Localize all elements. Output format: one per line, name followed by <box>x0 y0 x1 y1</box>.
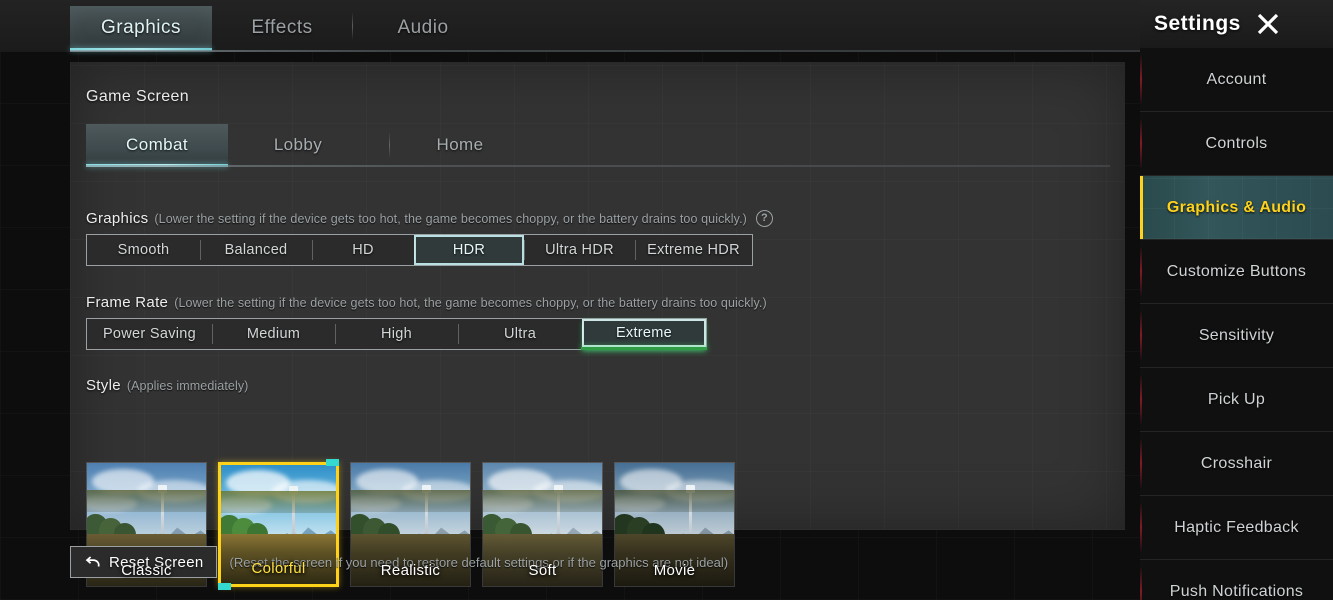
frame-rate-option-ultra[interactable]: Ultra <box>458 319 582 349</box>
selection-corner-accent <box>326 459 339 466</box>
frame-rate-section-label: Frame Rate <box>86 294 169 311</box>
style-thumbnail-realistic-label: Realistic <box>380 562 441 579</box>
sidebar-title: Settings <box>1154 12 1241 35</box>
tab-graphics[interactable]: Graphics <box>70 6 212 51</box>
game-screen-tabs-underline <box>86 165 1110 167</box>
style-section-label: Style <box>86 377 121 394</box>
game-screen-tab-combat[interactable]: Combat <box>86 124 228 167</box>
style-thumbnail-movie[interactable]: Movie <box>614 462 735 587</box>
style-thumbnail-classic-label: Classic <box>121 562 172 579</box>
graphics-option-smooth-label: Smooth <box>117 242 170 258</box>
selection-corner-accent <box>218 583 231 590</box>
frame-rate-option-extreme-label: Extreme <box>615 325 673 341</box>
sidebar-item-list: Account Controls Graphics & Audio Custom… <box>1140 48 1333 600</box>
sidebar-item-push-notifications-label: Push Notifications <box>1169 582 1304 600</box>
page-title: Game Screen <box>86 88 190 105</box>
sidebar-item-crosshair[interactable]: Crosshair <box>1140 432 1333 496</box>
question-mark-circle-icon[interactable]: ? <box>755 210 773 227</box>
tab-audio-label: Audio <box>397 17 449 38</box>
style-thumbnail-list: Classic Colorful Realistic Soft Movie <box>86 459 735 590</box>
frame-rate-segmented-control[interactable]: Power Saving Medium High Ultra Extreme <box>86 318 707 350</box>
frame-rate-option-medium-label: Medium <box>246 326 301 342</box>
sidebar-item-haptic-feedback-label: Haptic Feedback <box>1174 518 1299 536</box>
sidebar-item-sensitivity[interactable]: Sensitivity <box>1140 304 1333 368</box>
game-screen-tab-lobby-label: Lobby <box>273 135 323 154</box>
frame-rate-option-power-saving[interactable]: Power Saving <box>87 319 212 349</box>
tab-audio[interactable]: Audio <box>353 6 493 50</box>
style-thumbnail-classic[interactable]: Classic <box>86 462 207 587</box>
top-tab-bar: Graphics Effects Audio <box>0 0 1145 52</box>
graphics-option-balanced[interactable]: Balanced <box>200 235 312 265</box>
tab-effects[interactable]: Effects <box>212 6 352 50</box>
style-thumbnail-movie-label: Movie <box>653 562 696 579</box>
graphics-quality-segmented-control[interactable]: Smooth Balanced HD HDR Ultra HDR Extreme… <box>86 234 753 266</box>
sidebar-item-push-notifications[interactable]: Push Notifications <box>1140 560 1333 600</box>
style-section-hint: (Applies immediately) <box>126 378 249 393</box>
style-thumbnail-colorful[interactable]: Colorful <box>218 459 339 590</box>
game-screen-tab-home-label: Home <box>436 135 484 154</box>
game-screen-tabs: Combat Lobby Home <box>86 124 1110 167</box>
graphics-option-extreme-hdr-label: Extreme HDR <box>647 242 740 258</box>
graphics-option-ultra-hdr-label: Ultra HDR <box>545 242 614 258</box>
frame-rate-option-extreme[interactable]: Extreme <box>581 319 707 350</box>
sidebar-item-pick-up-label: Pick Up <box>1207 390 1266 408</box>
sidebar-item-controls[interactable]: Controls <box>1140 112 1333 176</box>
sidebar-item-customize-buttons[interactable]: Customize Buttons <box>1140 240 1333 304</box>
style-thumbnail-realistic[interactable]: Realistic <box>350 462 471 587</box>
graphics-option-hdr[interactable]: HDR <box>414 235 524 265</box>
game-screen-tab-combat-label: Combat <box>126 135 188 154</box>
sidebar-item-graphics-and-audio-label: Graphics & Audio <box>1166 198 1307 216</box>
style-thumbnail-colorful-label: Colorful <box>251 560 306 577</box>
frame-rate-option-power-saving-label: Power Saving <box>102 326 197 342</box>
graphics-option-extreme-hdr[interactable]: Extreme HDR <box>635 235 752 265</box>
style-thumbnail-soft[interactable]: Soft <box>482 462 603 587</box>
sidebar-item-crosshair-label: Crosshair <box>1200 454 1273 472</box>
graphics-settings-panel: Game Screen Combat Lobby Home Graphics (… <box>70 62 1125 590</box>
style-thumbnail-soft-label: Soft <box>528 562 557 579</box>
sidebar-item-customize-buttons-label: Customize Buttons <box>1166 262 1307 280</box>
sidebar-item-haptic-feedback[interactable]: Haptic Feedback <box>1140 496 1333 560</box>
settings-sidebar: Settings Account Controls Graphics & Aud… <box>1140 0 1333 600</box>
style-section-label-row: Style (Applies immediately) <box>86 377 248 394</box>
frame-rate-section-hint: (Lower the setting if the device gets to… <box>174 295 767 310</box>
graphics-option-smooth[interactable]: Smooth <box>87 235 200 265</box>
graphics-option-hd[interactable]: HD <box>312 235 414 265</box>
top-tab-underline <box>70 50 1145 52</box>
sidebar-header: Settings <box>1140 0 1333 48</box>
frame-rate-option-high-label: High <box>380 326 413 342</box>
sidebar-item-account-label: Account <box>1206 70 1267 88</box>
graphics-option-ultra-hdr[interactable]: Ultra HDR <box>524 235 635 265</box>
frame-rate-option-ultra-label: Ultra <box>503 326 537 342</box>
sidebar-item-graphics-and-audio[interactable]: Graphics & Audio <box>1140 176 1333 240</box>
graphics-section-label: Graphics <box>86 210 149 227</box>
tab-effects-label: Effects <box>251 17 313 38</box>
frame-rate-option-medium[interactable]: Medium <box>212 319 335 349</box>
sidebar-item-account[interactable]: Account <box>1140 48 1333 112</box>
graphics-option-hd-label: HD <box>352 242 374 258</box>
graphics-section-hint: (Lower the setting if the device gets to… <box>154 211 747 226</box>
sidebar-item-controls-label: Controls <box>1205 134 1268 152</box>
game-screen-tab-home[interactable]: Home <box>390 124 530 166</box>
game-screen-tab-lobby[interactable]: Lobby <box>228 124 368 166</box>
frame-rate-option-high[interactable]: High <box>335 319 458 349</box>
graphics-section-label-row: Graphics (Lower the setting if the devic… <box>86 210 773 227</box>
frame-rate-section-label-row: Frame Rate (Lower the setting if the dev… <box>86 294 767 311</box>
sidebar-item-pick-up[interactable]: Pick Up <box>1140 368 1333 432</box>
graphics-option-hdr-label: HDR <box>452 242 486 258</box>
settings-screen: Graphics Effects Audio Game Screen Comba… <box>0 0 1333 600</box>
tab-graphics-label: Graphics <box>100 17 182 38</box>
sidebar-item-sensitivity-label: Sensitivity <box>1198 326 1275 344</box>
graphics-option-balanced-label: Balanced <box>224 242 288 258</box>
close-x-icon[interactable] <box>1255 11 1281 37</box>
